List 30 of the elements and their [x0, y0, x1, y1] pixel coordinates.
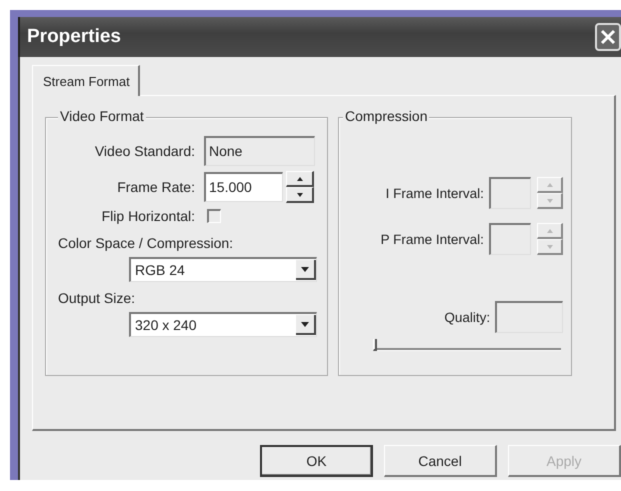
field-label: Color Space / Compression: [58, 235, 234, 251]
up-arrow-icon [546, 228, 554, 234]
field-label: Frame Rate: [116, 179, 196, 195]
group-title: Video Format [58, 108, 146, 124]
close-button[interactable] [595, 23, 621, 51]
caret-icon [301, 266, 309, 272]
dialog-button[interactable]: Cancel [384, 445, 498, 477]
caret-icon [301, 322, 309, 326]
spin-up-button[interactable] [286, 171, 314, 187]
down-arrow-icon [546, 198, 554, 204]
field-label: Video Standard: [94, 143, 196, 159]
field-label: I Frame Interval: [384, 186, 485, 200]
tab[interactable]: Stream Format [32, 65, 140, 96]
dialog-button[interactable]: OK [260, 445, 374, 477]
close-icon [600, 29, 616, 45]
down-arrow-icon [296, 192, 304, 198]
number-field[interactable]: 15.000 [204, 172, 283, 202]
window-title: Properties [27, 26, 121, 48]
group-title: Compression [343, 108, 430, 124]
field-label: Quality: [443, 310, 492, 324]
down-arrow-icon [546, 244, 554, 250]
field-label: Output Size: [58, 290, 136, 306]
spin-down-button[interactable] [286, 187, 314, 203]
field-label: Flip Horizontal: [100, 208, 196, 224]
dropdown[interactable]: 320 x 240 [129, 312, 317, 337]
checkbox[interactable] [207, 209, 221, 223]
up-arrow-icon [296, 176, 304, 182]
dropdown[interactable]: RGB 24 [129, 257, 317, 282]
field-label: P Frame Interval: [380, 232, 485, 246]
up-arrow-icon [546, 182, 554, 188]
